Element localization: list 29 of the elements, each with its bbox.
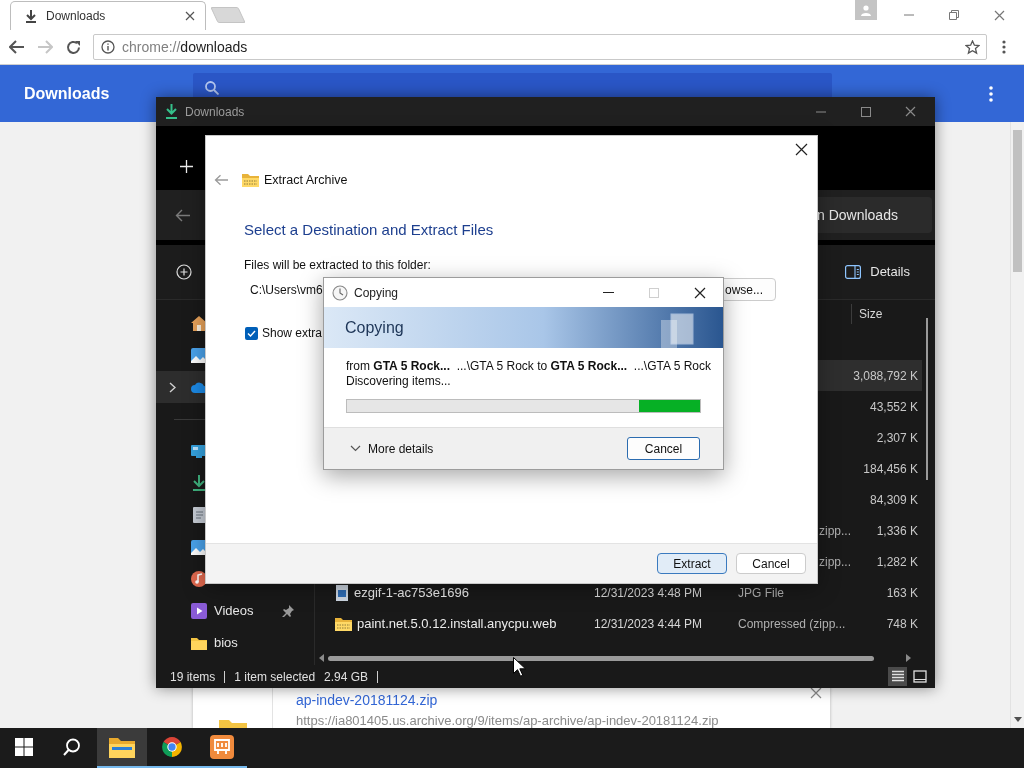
status-text: Discovering items... (346, 374, 452, 389)
table-cell: 12/31/2023 4:44 PM (594, 616, 703, 631)
dialog-heading: Copying (345, 317, 404, 338)
table-cell-text: 1,336 K (876, 522, 918, 540)
table-cell-text: JPG File (738, 584, 784, 602)
window-title: Downloads (185, 103, 245, 121)
table-cell: 12/31/2023 4:48 PM (594, 585, 703, 600)
table-cell-text: ezgif-1-ac753e1696 (354, 583, 469, 602)
table-cell-text: 43,552 K (869, 398, 918, 416)
download-url: https://ia801405.us.archive.org/9/items/ap-archive/ap-indev-20181124.zip (296, 713, 719, 729)
table-cell-text: 163 K (886, 584, 918, 602)
status-text: 1 item selected (234, 668, 316, 686)
status-text: 2.94 GB (324, 668, 369, 686)
copy-source-text: from GTA 5 Rock... ...\GTA 5 Rock to GTA 5 Rock... ...\GTA 5 Rock (346, 359, 712, 374)
window-title: Copying (354, 284, 399, 302)
dialog-heading: Select a Destination and Extract Files (244, 221, 494, 239)
table-cell-text: 748 K (886, 615, 918, 633)
table-cell-text: 1,282 K (876, 553, 918, 571)
status-text: 19 items (170, 668, 216, 686)
table-cell-text: zipp... (819, 553, 851, 571)
field-label: Files will be extracted to this folder: (244, 258, 431, 272)
table-cell-text: 84,309 K (869, 491, 918, 509)
dialog-title: Extract Archive (264, 171, 348, 189)
table-cell-text: zipp... (819, 522, 851, 540)
page-title: Downloads (24, 84, 110, 102)
table-cell-text: 3,088,792 K (853, 367, 918, 385)
table-cell-text: 184,456 K (863, 460, 918, 478)
table-cell-text: Compressed (zipp... (738, 615, 846, 633)
table-cell-text: paint.net.5.0.12.install.anycpu.web (357, 614, 557, 633)
